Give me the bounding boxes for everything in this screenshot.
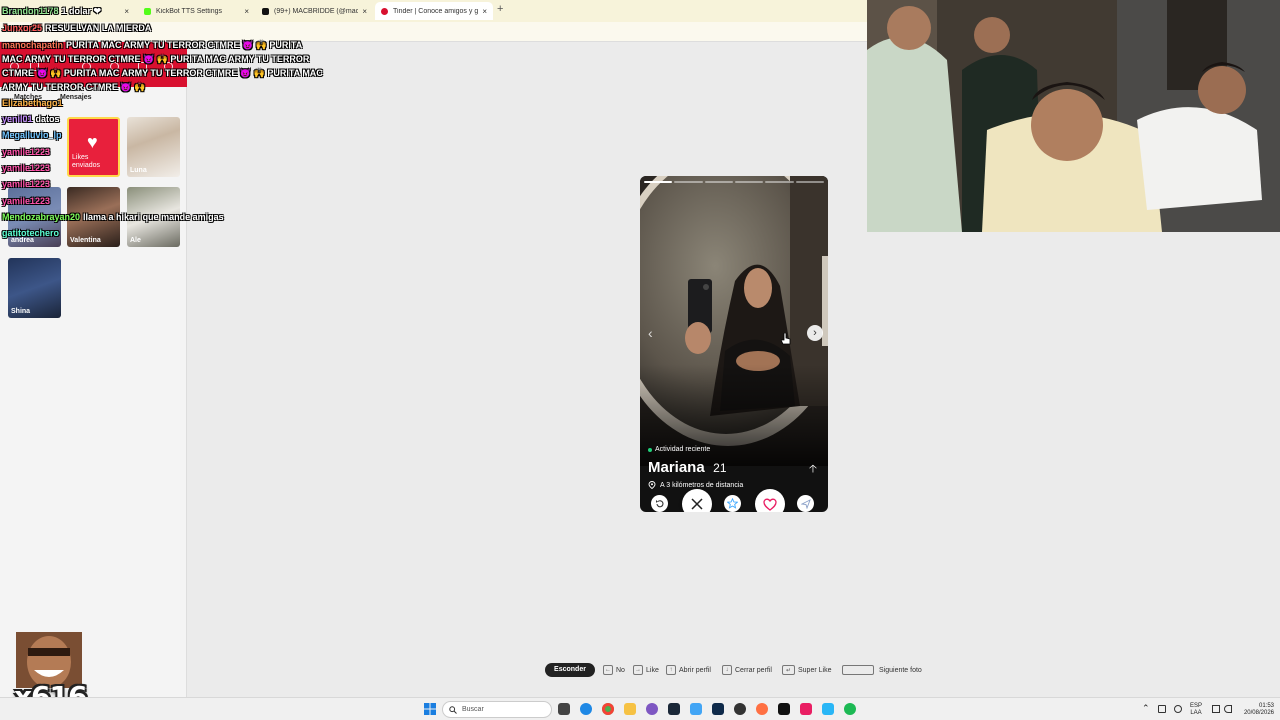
boost-button[interactable] [797,495,814,512]
chat-message: Junxor25 RESUELVAN LA MIERDA [2,23,152,33]
hint-no: ← No [603,665,625,675]
online-dot-icon [648,447,652,452]
network-icon[interactable] [1158,705,1166,713]
match-name: Shina [11,308,31,315]
chevron-up-icon[interactable]: ⌃ [1142,703,1150,714]
location-pin-icon [648,481,656,489]
app-icon[interactable] [712,703,724,715]
key-up-icon: ↑ [666,665,676,675]
chat-message: manochapatin PURITA MAC ARMY TU TERROR CT… [2,40,303,50]
obs-icon[interactable] [734,703,746,715]
activity-status: Actividad reciente [648,446,710,453]
hide-hints-button[interactable]: Esconder [545,663,595,677]
photo-progress-bar [644,181,824,184]
chat-message: Brandon1178 1 dolar ❤ [2,6,102,16]
system-tray: ⌃ ESP LAA 01:53 20/08/2026 [1140,701,1280,718]
key-enter-icon: ↵ [782,665,795,675]
photo-progress-segment [674,181,703,183]
windows-start-icon[interactable] [424,703,436,715]
chat-message-cont: ARMY TU TERROR CTMRE 😈 🙌 [2,82,146,92]
app-icon[interactable] [690,703,702,715]
steam-icon[interactable] [668,703,680,715]
task-view-icon[interactable] [558,703,570,715]
profile-name: Mariana [648,459,705,476]
profile-card[interactable]: ‹ › Actividad reciente Mariana 21 🡡 A 3 … [640,176,828,512]
clock[interactable]: 01:53 20/08/2026 [1238,703,1274,717]
edge-icon[interactable] [580,703,592,715]
app-icon[interactable] [756,703,768,715]
photo-progress-segment [795,181,824,183]
action-bar [640,489,828,512]
chat-message: yamile1223 [2,179,51,189]
tab-close-icon[interactable]: × [362,7,367,16]
chat-message: Megalluvio_lp [2,130,62,140]
chat-message: Elizabethago1 [2,98,63,108]
hint-super-like: ↵ Super Like [782,663,831,677]
search-icon [449,705,457,714]
key-space-icon [842,665,874,675]
volume-icon[interactable] [1224,705,1232,713]
chevron-right-icon[interactable]: › [807,325,823,341]
key-right-icon: → [633,665,643,675]
language-indicator[interactable]: ESP LAA [1190,703,1202,717]
profile-photo[interactable] [640,176,828,466]
profile-age: 21 [713,461,727,475]
hint-next-photo: Siguiente foto [842,663,922,677]
chevron-left-icon[interactable]: ‹ [648,326,662,340]
chat-message: gatitotechero [2,228,60,238]
windows-taskbar: Buscar ⌃ ESP LAA 01:53 20/08/2026 [0,697,1280,720]
send-icon [800,498,811,509]
hand-cursor-icon [781,333,791,345]
chat-message: yamile1223 [2,147,51,157]
star-icon [727,498,738,509]
key-left-icon: ← [603,665,613,675]
like-button[interactable] [755,489,785,512]
super-like-button[interactable] [724,495,741,512]
rewind-icon [655,499,664,507]
photo-progress-segment [644,181,673,183]
bluetooth-icon[interactable] [1174,705,1182,713]
taskbar-search[interactable]: Buscar [442,701,552,718]
open-profile-arrow-icon[interactable]: 🡡 [806,462,820,476]
tab-title: Tinder | Conoce amigos y gente [393,7,479,15]
nope-button[interactable] [682,489,712,512]
hint-close-profile: ↓ Cerrar perfil [722,663,772,677]
chat-message: yamile1223 [2,196,51,206]
new-tab-button[interactable]: + [497,3,503,15]
key-down-icon: ↓ [722,665,732,675]
webcam-overlay [867,0,1280,232]
capcut-icon[interactable] [778,703,790,715]
chat-message-cont: CTMRE 😈 🙌 PURITA MAC ARMY TU TERROR CTMR… [2,68,323,78]
photo-progress-segment [704,181,733,183]
distance: A 3 kilómetros de distancia [648,481,743,489]
chat-message: yenil01 datos [2,114,60,124]
match-card[interactable]: Shina [8,258,61,318]
chat-message: Mendozabrayan20 llama a hikari que mande … [2,212,224,222]
app-icon[interactable] [800,703,812,715]
spotify-icon[interactable] [844,703,856,715]
close-x-icon [691,498,703,510]
heart-icon [763,498,777,511]
profile-info: Actividad reciente Mariana 21 🡡 A 3 kiló… [640,434,828,496]
chrome-icon[interactable] [602,703,614,715]
chat-message-cont: MAC ARMY TU TERROR CTMRE 😈 🙌 PURITA MAC … [2,54,310,64]
photo-progress-segment [734,181,764,183]
chat-message: yamile1223 [2,163,51,173]
hint-like: → Like [633,665,659,675]
file-explorer-icon[interactable] [624,703,636,715]
monitor-icon[interactable] [1212,705,1220,713]
browser-tab-active[interactable]: Tinder | Conoce amigos y gente × [375,2,493,20]
photo-progress-segment [765,181,794,183]
name-row: Mariana 21 [648,459,727,477]
discord-icon[interactable] [646,703,658,715]
hint-open-profile: ↑ Abrir perfil [666,663,711,677]
app-icon[interactable] [822,703,834,715]
rewind-button[interactable] [651,495,668,512]
tab-close-icon[interactable]: × [482,7,487,16]
stream-chat-overlay: Brandon1178 1 dolar ❤ Junxor25 RESUELVAN L… [0,0,330,240]
tinder-flame-icon [381,7,388,15]
